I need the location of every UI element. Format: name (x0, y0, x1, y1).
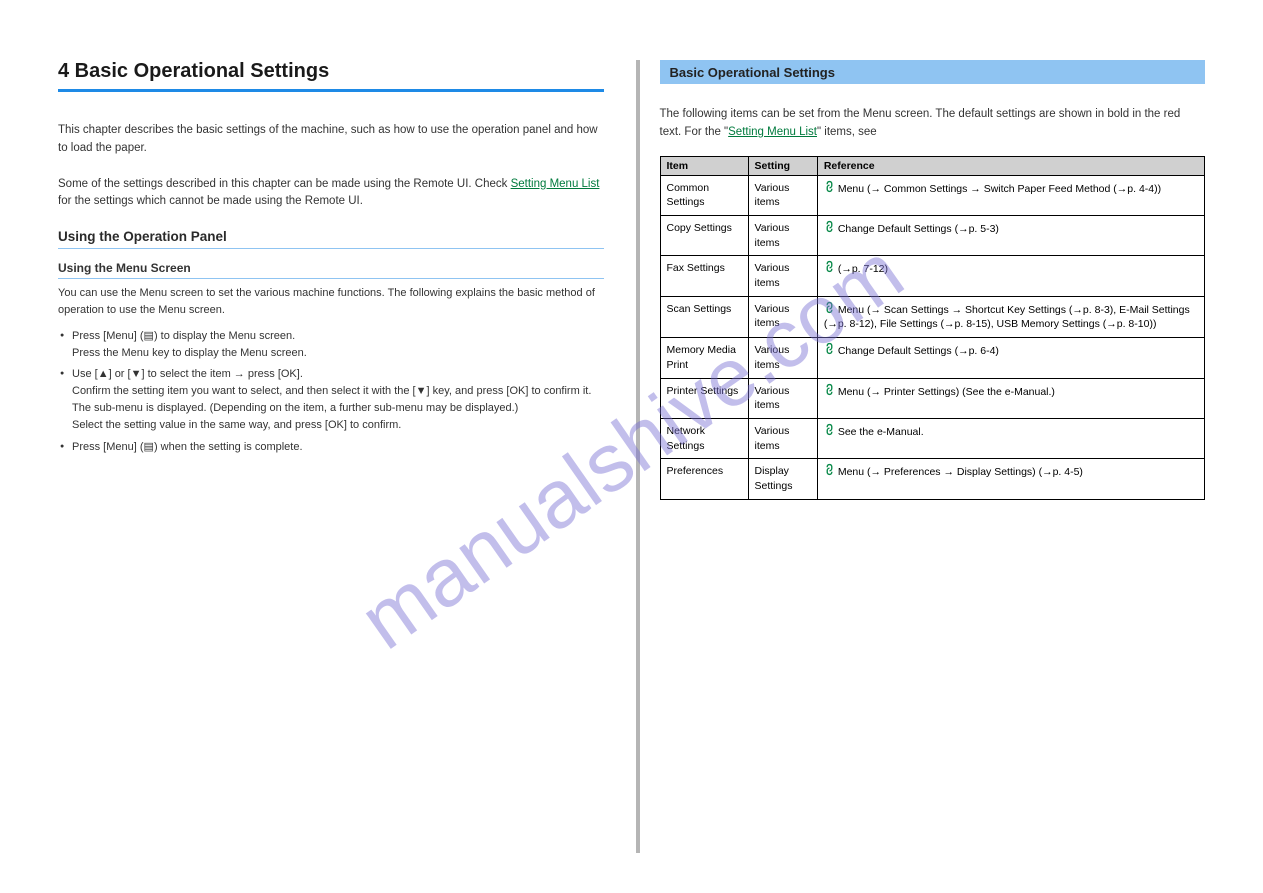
cell-item: Network Settings (660, 418, 748, 458)
link-icon (822, 219, 838, 235)
link-icon (822, 259, 838, 275)
table-body: Common SettingsVarious itemsMenu (→ Comm… (660, 175, 1205, 499)
menu-icon-2: ▤ (144, 441, 154, 453)
right-header-bar: Basic Operational Settings (660, 60, 1206, 84)
table-row: Network SettingsVarious itemsSee the e-M… (660, 418, 1205, 458)
left-column: 4 Basic Operational Settings This chapte… (58, 60, 624, 853)
cell-reference[interactable]: Menu (→ Common Settings → Switch Paper F… (817, 175, 1204, 215)
cell-setting: Various items (748, 338, 817, 378)
step-3: Press [Menu] (▤) when the setting is com… (58, 439, 604, 456)
right-column: Basic Operational Settings The following… (652, 60, 1206, 853)
cell-setting: Display Settings (748, 459, 817, 499)
th-setting: Setting (748, 156, 817, 175)
chapter-title: 4 Basic Operational Settings (58, 60, 604, 92)
step3-a: Press [Menu] ( (72, 441, 144, 453)
link-icon (822, 462, 838, 478)
cell-reference[interactable]: Menu (→ Preferences → Display Settings) … (817, 459, 1204, 499)
step2-b: ] or [ (109, 368, 131, 380)
table-row: PreferencesDisplay SettingsMenu (→ Prefe… (660, 459, 1205, 499)
step2-c: ] to select the item → press [OK]. (141, 368, 302, 380)
right-intro-b: " items, see (817, 126, 877, 138)
right-intro: The following items can be set from the … (660, 106, 1206, 142)
step1-a: Press [Menu] ( (72, 330, 144, 342)
page-container: 4 Basic Operational Settings This chapte… (0, 0, 1263, 893)
cell-setting: Various items (748, 378, 817, 418)
table-row: Scan SettingsVarious itemsMenu (→ Scan S… (660, 296, 1205, 337)
menu-icon: ▤ (144, 330, 154, 342)
step2-f: The sub-menu is displayed. (Depending on… (72, 402, 518, 414)
step1-b: ) to display the Menu screen. (154, 330, 295, 342)
table-row: Copy SettingsVarious itemsChange Default… (660, 216, 1205, 256)
cell-reference[interactable]: Change Default Settings (→p. 5-3) (817, 216, 1204, 256)
step3-b: ) when the setting is complete. (154, 441, 303, 453)
cell-item: Preferences (660, 459, 748, 499)
table-row: Common SettingsVarious itemsMenu (→ Comm… (660, 175, 1205, 215)
cell-setting: Various items (748, 256, 817, 296)
sub-menu-heading: Using the Menu Screen (58, 261, 604, 279)
settings-table: Item Setting Reference Common SettingsVa… (660, 156, 1206, 500)
up-icon: ▲ (98, 368, 109, 380)
cell-reference[interactable]: (→p. 7-12) (817, 256, 1204, 296)
cell-item: Memory Media Print (660, 338, 748, 378)
down-icon-2: ▼ (416, 385, 427, 397)
table-header-row: Item Setting Reference (660, 156, 1205, 175)
cell-item: Fax Settings (660, 256, 748, 296)
table-row: Fax SettingsVarious items(→p. 7-12) (660, 256, 1205, 296)
cell-reference[interactable]: See the e-Manual. (817, 418, 1204, 458)
cell-setting: Various items (748, 216, 817, 256)
table-row: Memory Media PrintVarious itemsChange De… (660, 338, 1205, 378)
step2-e: ] key, and press [OK] to confirm it. (427, 385, 592, 397)
cell-reference[interactable]: Change Default Settings (→p. 6-4) (817, 338, 1204, 378)
cell-setting: Various items (748, 175, 817, 215)
link-icon (822, 178, 838, 194)
link-icon (822, 299, 838, 315)
menu-body: You can use the Menu screen to set the v… (58, 285, 604, 318)
cell-reference[interactable]: Menu (→ Scan Settings → Shortcut Key Set… (817, 296, 1204, 337)
right-intro-link[interactable]: Setting Menu List (728, 126, 817, 138)
section-using-panel: Using the Operation Panel (58, 229, 604, 249)
cell-item: Scan Settings (660, 296, 748, 337)
step2-a: Use [ (72, 368, 98, 380)
step2-d: Confirm the setting item you want to sel… (72, 385, 416, 397)
cell-reference[interactable]: Menu (→ Printer Settings) (See the e-Man… (817, 378, 1204, 418)
cell-item: Printer Settings (660, 378, 748, 418)
cell-item: Common Settings (660, 175, 748, 215)
intro-paragraph-1: This chapter describes the basic setting… (58, 122, 604, 158)
step2-g: Select the setting value in the same way… (72, 419, 401, 431)
link-icon (822, 422, 838, 438)
cell-setting: Various items (748, 418, 817, 458)
step-2: Use [▲] or [▼] to select the item → pres… (58, 366, 604, 434)
step1-c: Press the Menu key to display the Menu s… (72, 347, 307, 359)
table-row: Printer SettingsVarious itemsMenu (→ Pri… (660, 378, 1205, 418)
down-icon: ▼ (131, 368, 142, 380)
center-divider (636, 60, 640, 853)
intro-2a: Some of the settings described in this c… (58, 178, 511, 190)
intro-2b: for the settings which cannot be made us… (58, 195, 363, 207)
th-item: Item (660, 156, 748, 175)
cell-setting: Various items (748, 296, 817, 337)
intro-paragraph-2: Some of the settings described in this c… (58, 176, 604, 212)
cell-item: Copy Settings (660, 216, 748, 256)
th-reference: Reference (817, 156, 1204, 175)
link-icon (822, 341, 838, 357)
intro-2-link[interactable]: Setting Menu List (511, 178, 600, 190)
link-icon (822, 381, 838, 397)
step-1: Press [Menu] (▤) to display the Menu scr… (58, 328, 604, 362)
